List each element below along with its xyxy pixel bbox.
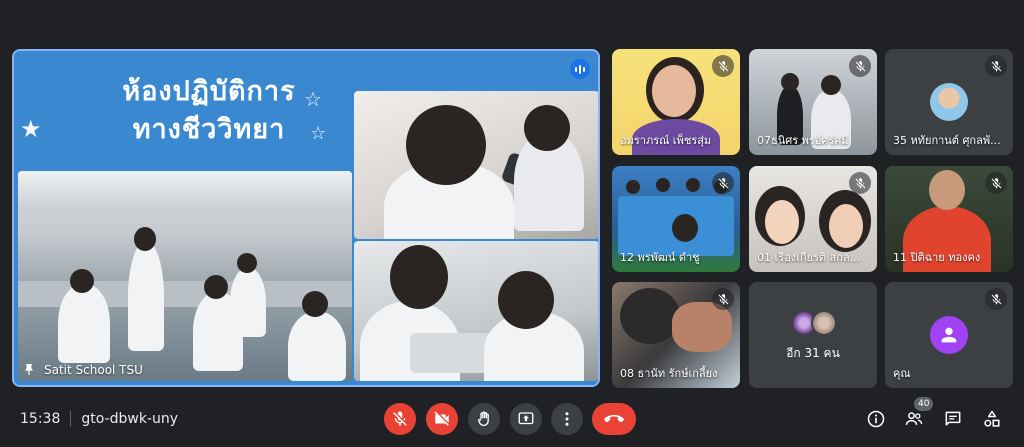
participant-name: 11 ปิติฉาย ทองคง bbox=[893, 251, 981, 264]
participant-tile[interactable]: 35 หทัยกานต์ ศุกลพั... bbox=[885, 49, 1013, 155]
mic-off-icon bbox=[985, 288, 1007, 310]
camera-toggle-button[interactable] bbox=[426, 403, 458, 435]
mic-off-icon bbox=[849, 55, 871, 77]
mic-toggle-button[interactable] bbox=[384, 403, 416, 435]
participant-name: 12 พรพัฒน์ ดำชู bbox=[620, 251, 700, 264]
participant-name: 35 หทัยกานต์ ศุกลพั... bbox=[893, 134, 1001, 147]
participant-tile[interactable]: อมราภรณ์ เพ็ชรสุ่ม bbox=[612, 49, 740, 155]
mic-off-icon bbox=[849, 172, 871, 194]
avatar bbox=[930, 316, 968, 354]
meeting-code[interactable]: gto-dbwk-uny bbox=[81, 411, 178, 427]
leave-call-button[interactable] bbox=[592, 403, 636, 435]
info-icon bbox=[867, 410, 885, 428]
mic-off-icon bbox=[712, 288, 734, 310]
meeting-info: 15:38 gto-dbwk-uny bbox=[20, 411, 178, 427]
participant-tile[interactable]: 01 เรืองเกียรติ สกล... bbox=[749, 166, 877, 272]
activities-icon bbox=[984, 410, 1000, 427]
more-options-button[interactable] bbox=[551, 403, 583, 435]
call-end-icon bbox=[604, 414, 624, 423]
participant-tile[interactable]: 12 พรพัฒน์ ดำชู bbox=[612, 166, 740, 272]
meeting-time: 15:38 bbox=[20, 411, 61, 427]
participant-tile[interactable]: 11 ปิติฉาย ทองคง bbox=[885, 166, 1013, 272]
stacked-avatars bbox=[791, 310, 837, 336]
participant-count-badge: 40 bbox=[914, 397, 934, 411]
mic-off-icon bbox=[712, 172, 734, 194]
speaking-indicator-icon bbox=[570, 59, 590, 79]
star-outline-icon: ☆ bbox=[310, 123, 327, 144]
meeting-details-button[interactable] bbox=[862, 405, 890, 433]
person-icon bbox=[941, 327, 957, 343]
star-outline-icon: ☆ bbox=[304, 87, 322, 111]
chat-icon bbox=[945, 411, 961, 426]
mic-off-icon bbox=[985, 172, 1007, 194]
bottom-toolbar: 15:38 gto-dbwk-uny 40 bbox=[0, 395, 1024, 447]
people-icon bbox=[905, 412, 923, 425]
mic-off-icon bbox=[712, 55, 734, 77]
mic-off-icon bbox=[393, 411, 407, 426]
participant-tile[interactable]: 07ธนิศร พรอัศรัศมี bbox=[749, 49, 877, 155]
chat-button[interactable] bbox=[939, 405, 967, 433]
participant-name: 01 เรืองเกียรติ สกล... bbox=[757, 251, 861, 264]
pin-icon bbox=[25, 364, 33, 376]
participant-tile[interactable]: 08 ธานัท รักษ์เกลี้ยง bbox=[612, 282, 740, 388]
participant-name: อมราภรณ์ เพ็ชรสุ่ม bbox=[620, 134, 712, 147]
presenter-label: Satit School TSU bbox=[22, 363, 143, 377]
participant-name: 07ธนิศร พรอัศรัศมี bbox=[757, 134, 849, 147]
avatar bbox=[930, 83, 968, 121]
presenter-name: Satit School TSU bbox=[44, 363, 143, 377]
hand-icon bbox=[478, 411, 489, 427]
presentation-slide: ห้องปฏิบัติการ ทางชีววิทยา ★ ☆ ☆ bbox=[14, 51, 598, 385]
presentation-tile[interactable]: ห้องปฏิบัติการ ทางชีววิทยา ★ ☆ ☆ Satit S… bbox=[12, 49, 600, 387]
mic-off-icon bbox=[985, 55, 1007, 77]
participant-name: 08 ธานัท รักษ์เกลี้ยง bbox=[620, 367, 718, 380]
participant-name: คุณ bbox=[893, 367, 911, 380]
present-screen-button[interactable] bbox=[510, 403, 542, 435]
microscope-student-photo bbox=[354, 91, 598, 239]
divider bbox=[70, 411, 72, 427]
present-icon bbox=[518, 412, 534, 425]
activities-button[interactable] bbox=[978, 405, 1006, 433]
raise-hand-button[interactable] bbox=[468, 403, 500, 435]
teacher-student-photo bbox=[354, 241, 598, 381]
more-vert-icon bbox=[565, 412, 569, 426]
self-tile[interactable]: คุณ bbox=[885, 282, 1013, 388]
star-icon: ★ bbox=[20, 115, 42, 143]
more-participants-label: อีก 31 คน bbox=[786, 346, 840, 360]
meet-stage: ห้องปฏิบัติการ ทางชีววิทยา ★ ☆ ☆ Satit S… bbox=[0, 0, 1024, 447]
lab-classroom-photo bbox=[18, 171, 352, 381]
camera-off-icon bbox=[434, 411, 449, 426]
more-participants-tile[interactable]: อีก 31 คน bbox=[749, 282, 877, 388]
